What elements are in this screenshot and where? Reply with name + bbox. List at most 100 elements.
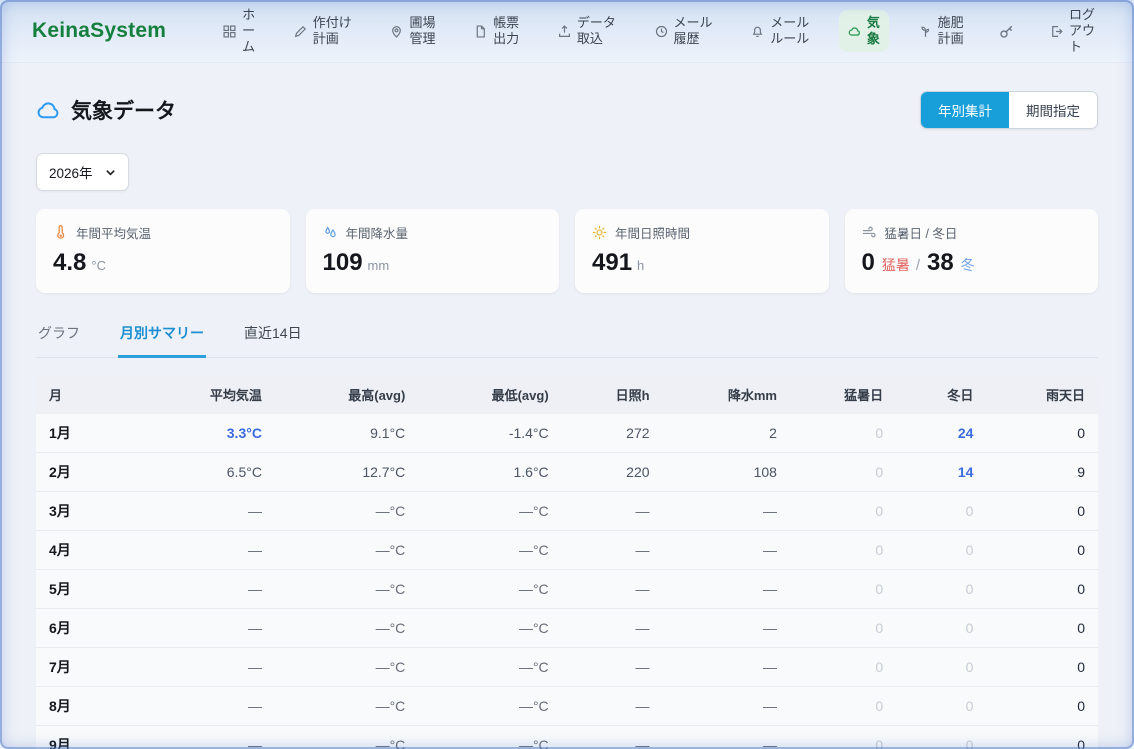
nav-item-report-output[interactable]: 帳票 出力 [465, 10, 528, 53]
nav-label: メール ルール [770, 15, 809, 48]
table-cell: — [562, 609, 663, 648]
tab-graph[interactable]: グラフ [36, 323, 82, 358]
stat-value: 4.8 [53, 249, 86, 277]
table-cell: 0 [896, 570, 986, 609]
droplets-icon [323, 225, 338, 240]
table-cell: 0 [896, 687, 986, 726]
table-cell: 0 [790, 570, 896, 609]
nav-label: 施肥 計画 [938, 15, 964, 48]
table-cell: 0 [986, 414, 1098, 453]
yearly-summary-button[interactable]: 年別集計 [921, 92, 1009, 128]
table-cell: 9 [986, 453, 1098, 492]
table-row: 1月3.3°C9.1°C-1.4°C27220240 [36, 414, 1098, 453]
year-select[interactable]: 2026年 [36, 153, 129, 191]
column-header: 月 [36, 375, 142, 414]
nav-item-planting-plan[interactable]: 作付け 計画 [285, 10, 361, 53]
stat-label: 年間平均気温 [76, 223, 151, 242]
table-cell: —°C [275, 531, 418, 570]
nav-item-data-import[interactable]: データ 取込 [549, 10, 625, 53]
monthly-summary-table-wrap: 月平均気温最高(avg)最低(avg)日照h降水mm猛暑日冬日雨天日 1月3.3… [36, 375, 1098, 749]
nav-item-mail-rules[interactable]: メール ルール [742, 10, 818, 53]
table-cell: 108 [663, 453, 790, 492]
tab-last-14-days[interactable]: 直近14日 [242, 323, 304, 358]
stat-label: 年間降水量 [346, 223, 409, 242]
stat-card-sunshine: 年間日照時間 491 h [575, 209, 829, 293]
hot-days-value: 0 [862, 249, 875, 277]
stat-unit: °C [91, 258, 106, 273]
table-cell: -1.4°C [418, 414, 561, 453]
main-nav: ホ ー ム 作付け 計画 圃場 管理 帳票 出力 データ 取込 メール 履歴 メ… [214, 2, 1104, 61]
table-cell: 0 [986, 531, 1098, 570]
nav-item-mail-history[interactable]: メール 履歴 [646, 10, 722, 53]
top-nav-bar: KeinaSystem ホ ー ム 作付け 計画 圃場 管理 帳票 出力 データ… [0, 0, 1134, 63]
nav-label: 帳票 出力 [493, 15, 519, 48]
hot-days-label: 猛暑 [882, 255, 910, 275]
table-cell: —°C [275, 726, 418, 749]
nav-item-weather[interactable]: 気 象 [839, 10, 889, 53]
table-cell: 1.6°C [418, 453, 561, 492]
table-cell: 0 [790, 609, 896, 648]
table-cell: —°C [418, 648, 561, 687]
stat-value: 109 [323, 249, 363, 277]
cloud-icon [848, 25, 861, 38]
table-cell: — [142, 648, 275, 687]
table-cell: — [142, 570, 275, 609]
table-cell: 0 [986, 609, 1098, 648]
table-cell: —°C [275, 687, 418, 726]
table-cell: —°C [275, 492, 418, 531]
nav-item-home[interactable]: ホ ー ム [214, 2, 264, 61]
table-cell: —°C [418, 726, 561, 749]
table-cell: 0 [986, 570, 1098, 609]
table-cell: 0 [790, 648, 896, 687]
table-cell: 220 [562, 453, 663, 492]
cloud-icon [36, 98, 61, 123]
table-cell: —°C [418, 492, 561, 531]
table-cell: — [663, 531, 790, 570]
table-header-row: 月平均気温最高(avg)最低(avg)日照h降水mm猛暑日冬日雨天日 [36, 375, 1098, 414]
table-cell: 0 [790, 453, 896, 492]
table-cell: — [663, 609, 790, 648]
grid-icon [223, 25, 236, 38]
bell-icon [751, 25, 764, 38]
tab-monthly-summary[interactable]: 月別サマリー [118, 323, 206, 358]
table-cell: —°C [418, 570, 561, 609]
table-cell: 0 [790, 726, 896, 749]
logout-icon [1050, 25, 1063, 38]
table-cell: 0 [790, 687, 896, 726]
nav-item-field-management[interactable]: 圃場 管理 [381, 10, 444, 53]
table-cell: 1月 [36, 414, 142, 453]
table-cell: 2月 [36, 453, 142, 492]
year-select-value: 2026年 [49, 162, 93, 182]
table-cell: 5月 [36, 570, 142, 609]
table-row: 3月——°C—°C——000 [36, 492, 1098, 531]
table-cell: —°C [418, 609, 561, 648]
nav-item-fertilizer-plan[interactable]: 施肥 計画 [910, 10, 973, 53]
table-cell: — [142, 687, 275, 726]
history-clock-icon [655, 25, 668, 38]
upload-icon [558, 25, 571, 38]
column-header: 降水mm [663, 375, 790, 414]
nav-item-logout[interactable]: ログ アウ ト [1041, 2, 1104, 61]
stat-unit: mm [368, 258, 390, 273]
view-toggle: 年別集計 期間指定 [920, 91, 1098, 129]
table-cell: —°C [275, 570, 418, 609]
table-cell: 24 [896, 414, 986, 453]
table-cell: — [562, 726, 663, 749]
table-row: 4月——°C—°C——000 [36, 531, 1098, 570]
table-cell: 0 [896, 492, 986, 531]
table-cell: — [562, 531, 663, 570]
app-logo[interactable]: KeinaSystem [32, 19, 166, 43]
column-header: 平均気温 [142, 375, 275, 414]
table-cell: — [663, 726, 790, 749]
table-row: 2月6.5°C12.7°C1.6°C2201080149 [36, 453, 1098, 492]
table-cell: — [142, 531, 275, 570]
table-row: 5月——°C—°C——000 [36, 570, 1098, 609]
stat-label: 年間日照時間 [615, 223, 690, 242]
nav-label: ログ アウ ト [1069, 7, 1095, 56]
period-select-button[interactable]: 期間指定 [1009, 92, 1097, 128]
table-cell: 0 [986, 687, 1098, 726]
column-header: 猛暑日 [790, 375, 896, 414]
chevron-down-icon [105, 167, 116, 178]
table-cell: —°C [418, 531, 561, 570]
key-icon[interactable] [993, 18, 1020, 45]
